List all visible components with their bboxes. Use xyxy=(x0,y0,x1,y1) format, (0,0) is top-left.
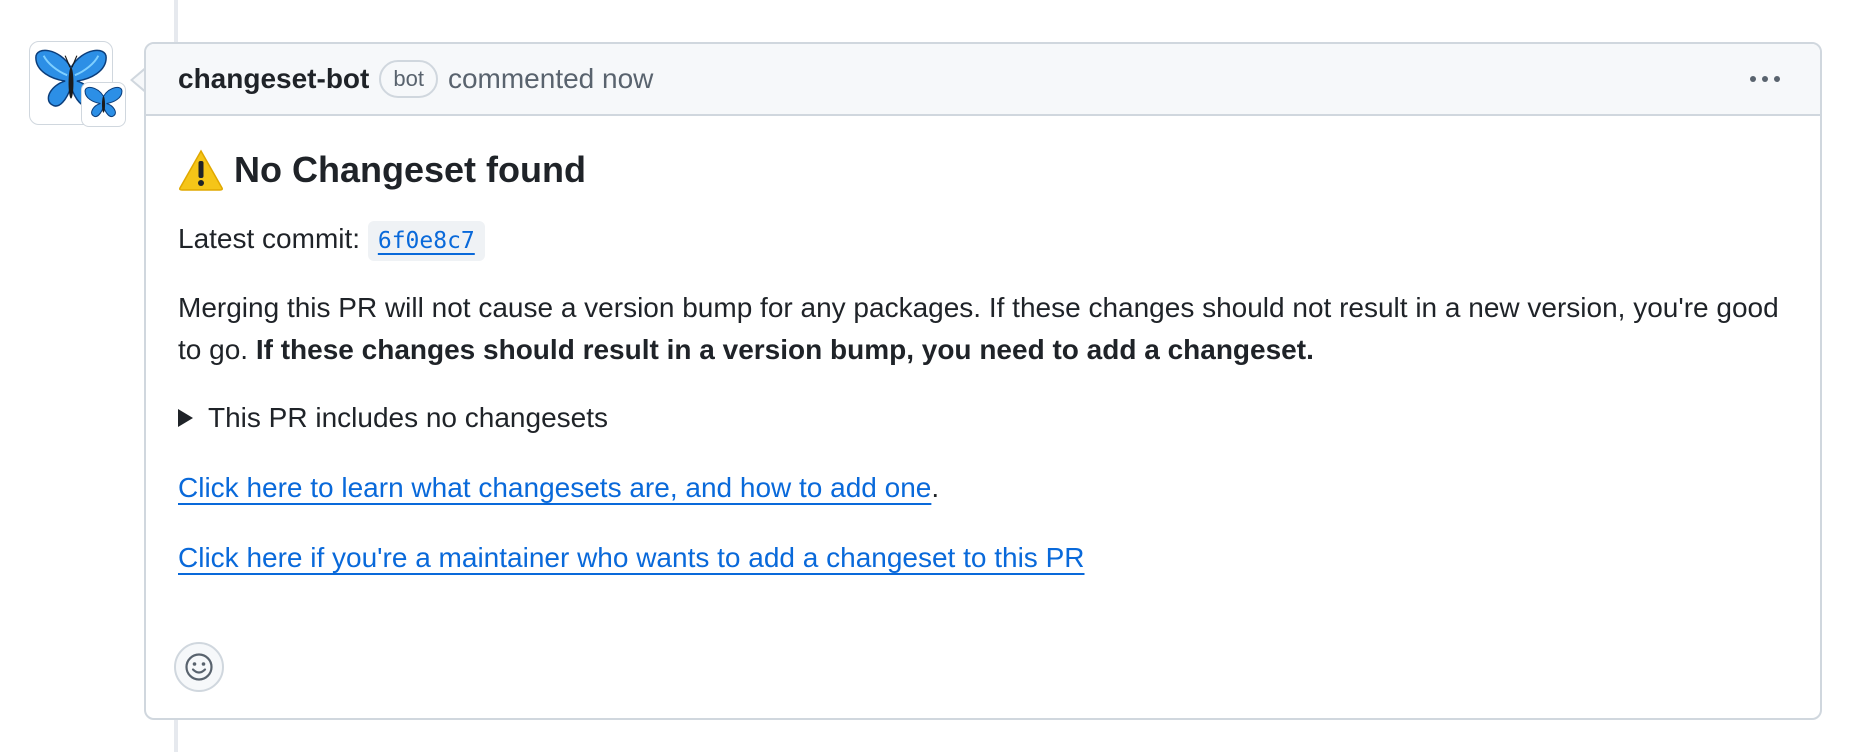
app-avatar[interactable] xyxy=(81,82,126,127)
kebab-dot xyxy=(1750,76,1756,82)
paragraph-bold: If these changes should result in a vers… xyxy=(255,334,1314,365)
maintainer-line: Click here if you're a maintainer who wa… xyxy=(178,537,1788,579)
kebab-icon[interactable] xyxy=(1742,68,1788,90)
add-changeset-link[interactable]: Click here if you're a maintainer who wa… xyxy=(178,542,1085,573)
author-link[interactable]: changeset-bot xyxy=(178,63,369,95)
bot-badge: bot xyxy=(379,60,438,98)
comment-header: changeset-bot bot commented now xyxy=(146,44,1820,116)
comment-paragraph: Merging this PR will not cause a version… xyxy=(178,287,1798,371)
add-reaction-button[interactable] xyxy=(174,642,224,692)
learn-line: Click here to learn what changesets are,… xyxy=(178,467,1788,509)
smiley-icon xyxy=(185,653,213,681)
comment-body: No Changeset found Latest commit: 6f0e8c… xyxy=(146,116,1820,579)
learn-changesets-link[interactable]: Click here to learn what changesets are,… xyxy=(178,472,931,503)
butterfly-icon xyxy=(84,86,123,118)
learn-suffix: . xyxy=(931,472,940,503)
changesets-details-toggle[interactable]: This PR includes no changesets xyxy=(178,397,1788,439)
commit-label: Latest commit: xyxy=(178,223,361,254)
kebab-dot xyxy=(1774,76,1780,82)
comment-heading: No Changeset found xyxy=(178,146,1788,194)
commit-sha-link[interactable]: 6f0e8c7 xyxy=(367,221,485,261)
warning-icon xyxy=(179,149,223,191)
kebab-dot xyxy=(1762,76,1768,82)
comment-timestamp[interactable]: commented now xyxy=(448,63,653,95)
heading-text: No Changeset found xyxy=(234,149,586,190)
comment-box: changeset-bot bot commented now No Chang… xyxy=(144,42,1822,720)
commit-line: Latest commit: 6f0e8c7 xyxy=(178,218,1788,261)
triangle-right-icon xyxy=(178,409,193,427)
details-summary: This PR includes no changesets xyxy=(208,402,608,433)
